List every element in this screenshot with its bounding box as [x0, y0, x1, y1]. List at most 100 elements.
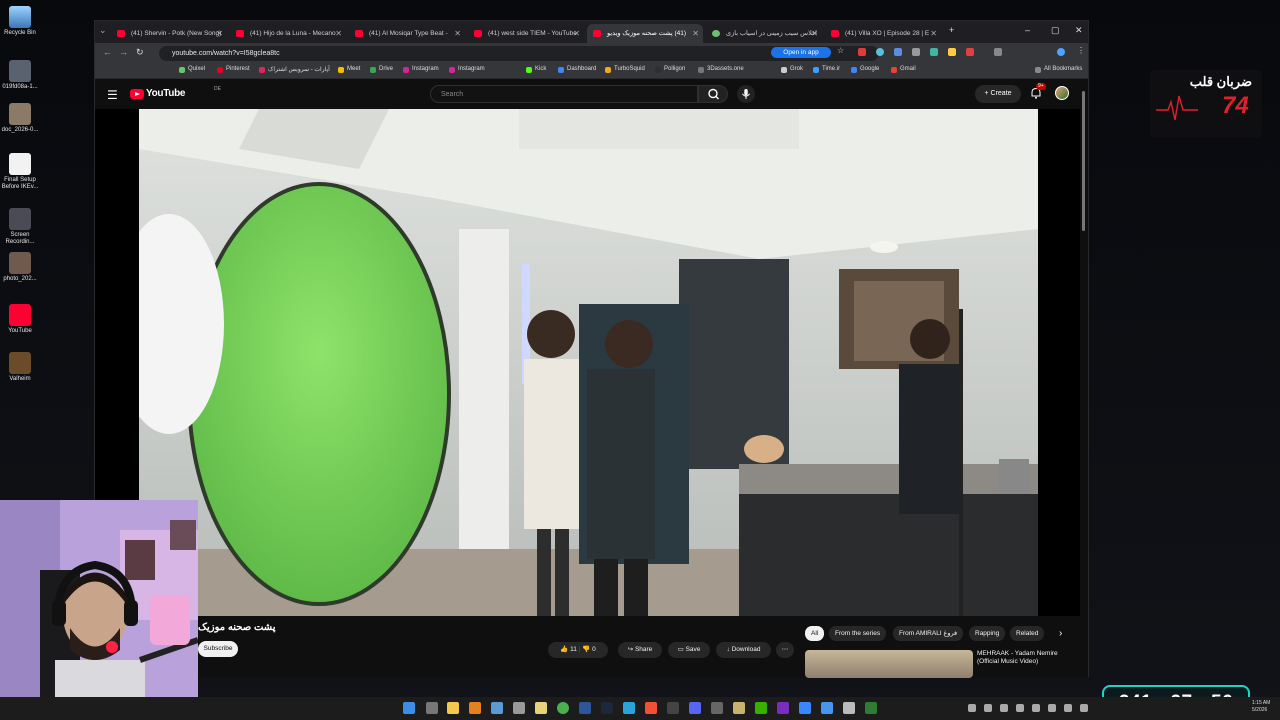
bookmark-quixel[interactable]: Quixel — [179, 66, 205, 73]
tray-icon[interactable] — [1080, 704, 1088, 712]
menu-icon[interactable]: ☰ — [107, 88, 118, 102]
chip-from-the-series[interactable]: From the series — [829, 626, 887, 641]
desktop-icon-screen-recording[interactable]: Screen Recordin... — [0, 208, 40, 246]
browser-menu-icon[interactable]: ⋮ — [1077, 46, 1085, 55]
video-player[interactable] — [95, 109, 1080, 616]
app-icon[interactable] — [645, 702, 657, 714]
chip-rapping[interactable]: Rapping — [969, 626, 1006, 641]
recommendation-thumbnail[interactable] — [805, 650, 973, 678]
tray-icon[interactable] — [984, 704, 992, 712]
app-icon[interactable] — [777, 702, 789, 714]
bookmark-instagram[interactable]: Instagram — [403, 66, 439, 73]
settings-icon[interactable] — [513, 702, 525, 714]
extension-icon[interactable] — [948, 48, 956, 56]
extensions-puzzle-icon[interactable] — [994, 48, 1002, 56]
chip-from-amirali[interactable]: From AMIRALI فروغ — [893, 626, 964, 641]
tab-7[interactable]: (41) Villa XO | Episode 28 | E ✕ — [825, 24, 941, 43]
back-icon[interactable]: ← — [103, 47, 112, 57]
like-button[interactable]: 👍 11 — [560, 646, 577, 653]
tab-4[interactable]: (41) west side TIEM - YouTube ✕ — [468, 24, 584, 43]
bookmark-time-ir[interactable]: Time.ir — [813, 66, 840, 73]
scrollbar-thumb[interactable] — [1082, 91, 1085, 231]
desktop-icon-file[interactable]: 019fd08a-1... — [0, 60, 40, 91]
bookmark-google[interactable]: Google — [851, 66, 879, 73]
reload-icon[interactable]: ↻ — [136, 47, 144, 58]
close-tab-icon[interactable]: ✕ — [692, 24, 699, 43]
app-icon[interactable] — [491, 702, 503, 714]
account-avatar[interactable] — [1055, 86, 1069, 100]
app-icon[interactable] — [865, 702, 877, 714]
bookmark-drive[interactable]: Drive — [370, 66, 393, 73]
bookmark-kick[interactable]: Kick — [526, 66, 546, 73]
extension-icon[interactable] — [876, 48, 884, 56]
app-icon[interactable] — [667, 702, 679, 714]
chrome-icon[interactable] — [557, 702, 569, 714]
tray-icon[interactable] — [1016, 704, 1024, 712]
discord-icon[interactable] — [689, 702, 701, 714]
chip-all[interactable]: All — [805, 626, 825, 641]
open-in-app-button[interactable]: Open in app — [771, 47, 831, 58]
app-icon[interactable] — [755, 702, 767, 714]
desktop-icon-youtube[interactable]: YouTube — [0, 304, 40, 335]
close-tab-icon[interactable]: ✕ — [216, 24, 223, 43]
bookmark-pinterest[interactable]: Pinterest — [217, 66, 250, 73]
desktop-icon-doc[interactable]: doc_2026-0... — [0, 103, 40, 134]
close-tab-icon[interactable]: ✕ — [811, 24, 818, 43]
desktop-icon-recycle-bin[interactable]: Recycle Bin — [0, 6, 40, 37]
tab-6[interactable]: افلاس سیب زمینی در اسیاب بازی ✕ — [706, 24, 822, 43]
bookmark-polligon[interactable]: Polligon — [655, 66, 685, 73]
tab-5-active[interactable]: (41) پشت صحنه موزیک ویدیو ✕ — [587, 24, 703, 43]
tray-icon[interactable] — [1032, 704, 1040, 712]
new-tab-button[interactable]: + — [949, 25, 954, 35]
app-icon[interactable] — [799, 702, 811, 714]
tray-icon[interactable] — [1048, 704, 1056, 712]
create-button[interactable]: + Create — [975, 85, 1021, 103]
desktop-icon-valheim[interactable]: Valheim — [0, 352, 40, 383]
bookmark-aparat[interactable]: آپارات - سرویس اشتراک — [259, 66, 330, 73]
voice-search-button[interactable] — [737, 85, 755, 103]
all-bookmarks-folder[interactable]: All Bookmarks — [1035, 66, 1082, 73]
tray-icon[interactable] — [1064, 704, 1072, 712]
bookmark-instagram[interactable]: Instagram — [449, 66, 485, 73]
share-button[interactable]: ↪ Share — [618, 642, 662, 658]
app-icon[interactable] — [733, 702, 745, 714]
tray-icon[interactable] — [1000, 704, 1008, 712]
save-button[interactable]: ▭ Save — [668, 642, 710, 658]
close-tab-icon[interactable]: ✕ — [930, 24, 937, 43]
profile-avatar[interactable] — [1057, 48, 1065, 56]
bookmark-dashboard[interactable]: Dashboard — [558, 66, 596, 73]
desktop-icon-photo[interactable]: photo_202... — [0, 252, 40, 283]
bookmark-turbosquid[interactable]: TurboSquid — [605, 66, 645, 73]
chip-related[interactable]: Related — [1010, 626, 1045, 641]
app-icon[interactable] — [535, 702, 547, 714]
bookmark-gmail[interactable]: Gmail — [891, 66, 916, 73]
word-icon[interactable] — [579, 702, 591, 714]
download-button[interactable]: ↓ Download — [716, 642, 771, 658]
subscribe-button[interactable]: Subscribe — [198, 641, 238, 657]
extension-icon[interactable] — [930, 48, 938, 56]
tab-2[interactable]: (41) Hijo de la Luna - Mecano ✕ — [230, 24, 346, 43]
steam-icon[interactable] — [601, 702, 613, 714]
chevron-right-icon[interactable]: › — [1059, 628, 1062, 639]
more-actions-button[interactable]: ⋯ — [776, 642, 794, 658]
tab-search-icon[interactable]: ⌄ — [99, 25, 107, 36]
minimize-icon[interactable]: – — [1025, 25, 1030, 35]
app-icon[interactable] — [843, 702, 855, 714]
extension-icon[interactable] — [894, 48, 902, 56]
desktop-icon-setup[interactable]: Finall Setup Before IKEv... — [0, 153, 40, 191]
close-tab-icon[interactable]: ✕ — [573, 24, 580, 43]
close-window-icon[interactable]: ✕ — [1075, 25, 1083, 36]
page-scrollbar[interactable] — [1081, 79, 1086, 678]
bookmark-meet[interactable]: Meet — [338, 66, 360, 73]
obs-icon[interactable] — [711, 702, 723, 714]
dislike-button[interactable]: 👎 0 — [582, 646, 596, 653]
search-app-icon[interactable] — [469, 702, 481, 714]
extension-icon[interactable] — [966, 48, 974, 56]
task-view-icon[interactable] — [426, 702, 438, 714]
telegram-icon[interactable] — [623, 702, 635, 714]
tray-icon[interactable] — [968, 704, 976, 712]
forward-icon[interactable]: → — [119, 47, 128, 57]
extension-icon[interactable] — [858, 48, 866, 56]
close-tab-icon[interactable]: ✕ — [335, 24, 342, 43]
app-icon[interactable] — [821, 702, 833, 714]
